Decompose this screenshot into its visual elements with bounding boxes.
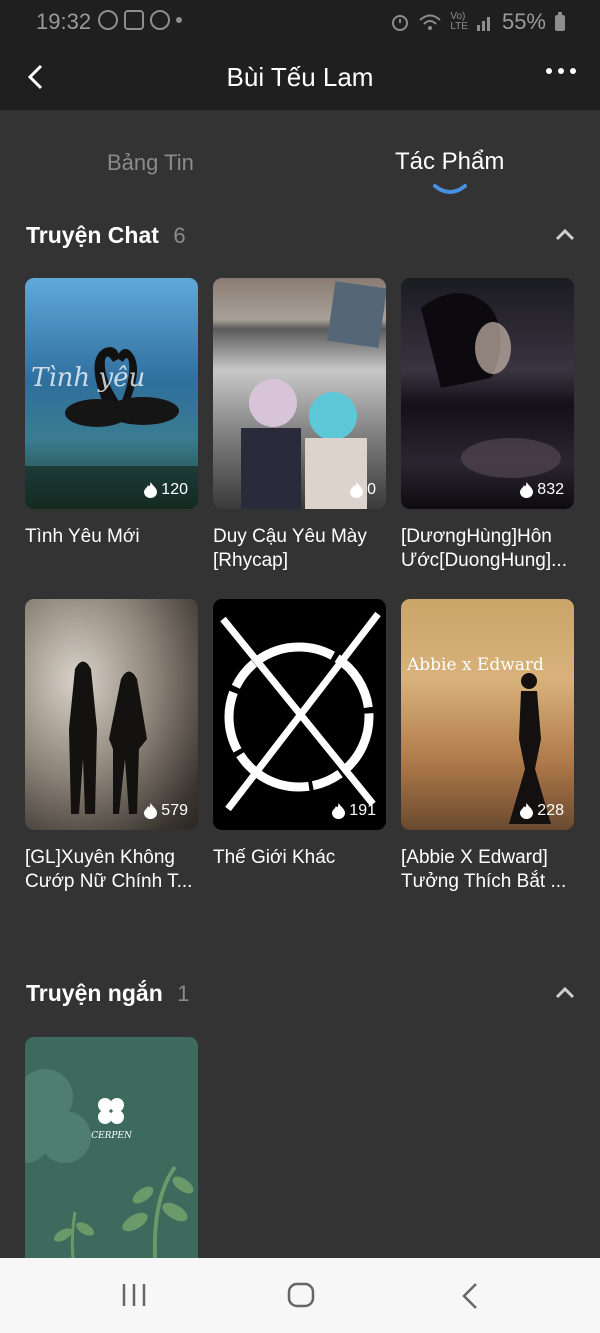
section-count: 6 (173, 223, 186, 248)
story-cover[interactable]: 0 (213, 278, 386, 509)
story-cover[interactable]: Abbie x Edward 228 (401, 599, 574, 830)
section-count: 1 (177, 981, 190, 1006)
story-title[interactable]: [Abbie X Edward] Tưởng Thích Bắt ... (401, 846, 574, 894)
story-card[interactable]: 579 [GL]Xuyên Không Cướp Nữ Chính T... (25, 599, 198, 894)
view-count: 191 (332, 802, 376, 820)
tab-bang-tin[interactable]: Bảng Tin (107, 150, 194, 176)
notification-icons (98, 10, 182, 30)
app-notification-icon (98, 10, 118, 30)
page-title: Bùi Tếu Lam (226, 62, 374, 92)
system-navigation-bar (0, 1258, 600, 1333)
story-card[interactable]: 0 Duy Cậu Yêu Mày [Rhycap] (213, 278, 386, 573)
view-count: 832 (520, 481, 564, 499)
flame-icon (350, 482, 364, 498)
status-time: 19:32 (36, 9, 92, 34)
active-tab-indicator (433, 184, 467, 194)
recent-apps-icon[interactable] (120, 1282, 148, 1308)
story-cover[interactable]: 191 (213, 599, 386, 830)
status-bar: 19:32 Vo) LTE 55% (0, 0, 600, 44)
story-title[interactable]: [DươngHùng]Hôn Ước[DuongHung]... (401, 525, 574, 573)
story-cover[interactable]: 579 (25, 599, 198, 830)
story-title[interactable]: Thế Giới Khác (213, 846, 386, 870)
battery-icon (555, 12, 565, 31)
facebook-icon (150, 10, 170, 30)
story-title[interactable]: Tình Yêu Mới (25, 525, 198, 549)
alarm-icon (392, 15, 409, 31)
section-title: Truyện Chat (26, 222, 159, 248)
chevron-up-icon[interactable] (554, 984, 576, 1002)
brush-circle-x-image (220, 611, 381, 812)
section-header-truyen-ngan[interactable]: Truyện ngắn 1 (26, 980, 576, 1016)
flame-icon (144, 482, 158, 498)
signal-icon (476, 17, 490, 31)
tab-tac-pham[interactable]: Tác Phẩm (395, 148, 504, 176)
flame-icon (520, 482, 534, 498)
back-nav-icon[interactable] (460, 1282, 480, 1310)
flame-icon (520, 803, 534, 819)
chevron-up-icon[interactable] (554, 226, 576, 244)
home-icon[interactable] (287, 1282, 315, 1308)
silhouette-couple-image (69, 661, 147, 814)
clover-leaves-image (25, 1069, 194, 1258)
flame-icon (332, 803, 346, 819)
flame-icon (144, 803, 158, 819)
battery-percent: 55% (501, 9, 546, 34)
story-card[interactable]: 191 Thế Giới Khác (213, 599, 386, 870)
story-title[interactable]: Duy Cậu Yêu Mày [Rhycap] (213, 525, 386, 573)
system-icons: Vo) LTE 55% (390, 9, 566, 35)
section-title: Truyện ngắn (26, 980, 163, 1006)
section-header-truyen-chat[interactable]: Truyện Chat 6 (26, 222, 576, 258)
cover-title: Abbie x Edward (407, 655, 544, 675)
wifi-icon (419, 14, 442, 30)
app-notification-icon (124, 10, 144, 30)
view-count: 579 (144, 802, 188, 820)
woman-silhouette-image (509, 673, 551, 824)
story-cover[interactable]: 832 (401, 278, 574, 509)
volte-icon: Vo) LTE (450, 11, 468, 32)
story-cover[interactable]: Tình yêu Mới 120 (25, 278, 198, 509)
profile-tabs: Bảng Tin Tác Phẩm (0, 140, 600, 200)
story-card[interactable]: CERPEN (25, 1037, 198, 1258)
more-notifications-icon (176, 17, 182, 23)
story-card[interactable]: 832 [DươngHùng]Hôn Ước[DuongHung]... (401, 278, 574, 573)
cover-title: Tình yêu Mới (31, 363, 146, 393)
portrait-photo-image (421, 293, 561, 478)
more-options-icon[interactable] (546, 68, 576, 74)
story-card[interactable]: Abbie x Edward 228 [Abbie X Edward] Tưởn… (401, 599, 574, 894)
view-count: 120 (144, 481, 188, 499)
app-header: Bùi Tếu Lam (0, 44, 600, 110)
view-count: 228 (520, 802, 564, 820)
view-count: 0 (350, 481, 376, 499)
cover-title: CERPEN (91, 1131, 132, 1141)
story-card[interactable]: Tình yêu Mới 120 Tình Yêu Mới (25, 278, 198, 549)
story-title[interactable]: [GL]Xuyên Không Cướp Nữ Chính T... (25, 846, 198, 894)
collage-photo-image (241, 281, 386, 509)
story-cover[interactable]: CERPEN (25, 1037, 198, 1258)
